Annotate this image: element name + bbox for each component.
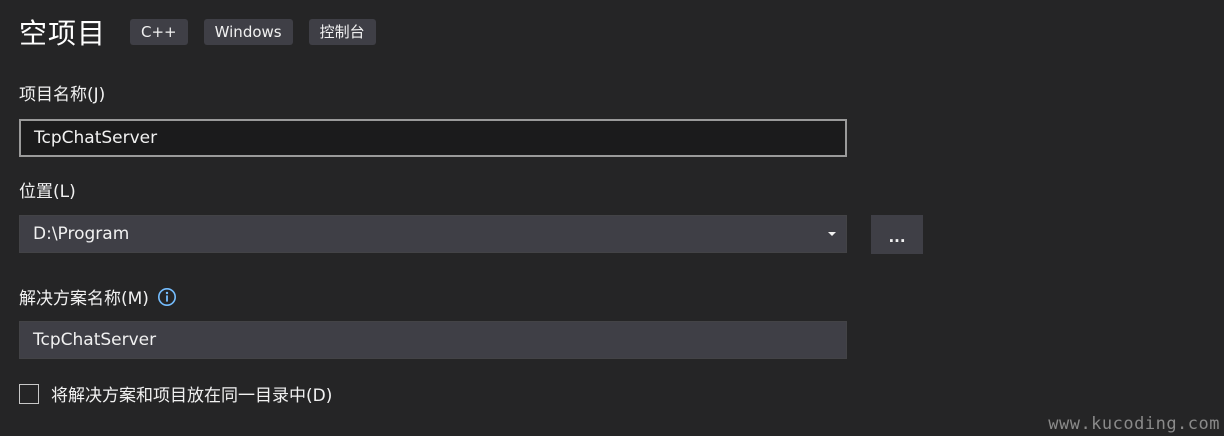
solution-name-label-row: 解决方案名称(M) — [19, 284, 177, 309]
location-combobox[interactable]: D:\Program — [19, 215, 847, 253]
page-title: 空项目 — [19, 17, 107, 50]
dropdown-arrow-icon[interactable] — [828, 232, 836, 236]
info-icon[interactable] — [157, 287, 177, 307]
location-value: D:\Program — [33, 224, 130, 244]
location-label: 位置(L) — [19, 182, 76, 202]
tag-platform: Windows — [203, 19, 293, 45]
solution-name-input[interactable]: TcpChatServer — [19, 321, 847, 359]
browse-button[interactable]: ... — [871, 215, 923, 254]
tag-language: C++ — [130, 19, 188, 45]
watermark: www.kucoding.com — [1048, 414, 1220, 434]
project-name-label: 项目名称(J) — [19, 85, 106, 105]
solution-name-label: 解决方案名称(M) — [19, 289, 149, 309]
project-name-value: TcpChatServer — [34, 128, 158, 148]
same-directory-option[interactable]: 将解决方案和项目放在同一目录中(D) — [19, 381, 332, 406]
header: 空项目 C++ Windows 控制台 — [19, 12, 392, 52]
same-directory-label[interactable]: 将解决方案和项目放在同一目录中(D) — [51, 381, 332, 406]
same-directory-checkbox[interactable] — [19, 383, 39, 404]
tag-project-type: 控制台 — [308, 19, 376, 45]
project-name-input[interactable]: TcpChatServer — [19, 119, 847, 157]
solution-name-value: TcpChatServer — [33, 330, 157, 350]
